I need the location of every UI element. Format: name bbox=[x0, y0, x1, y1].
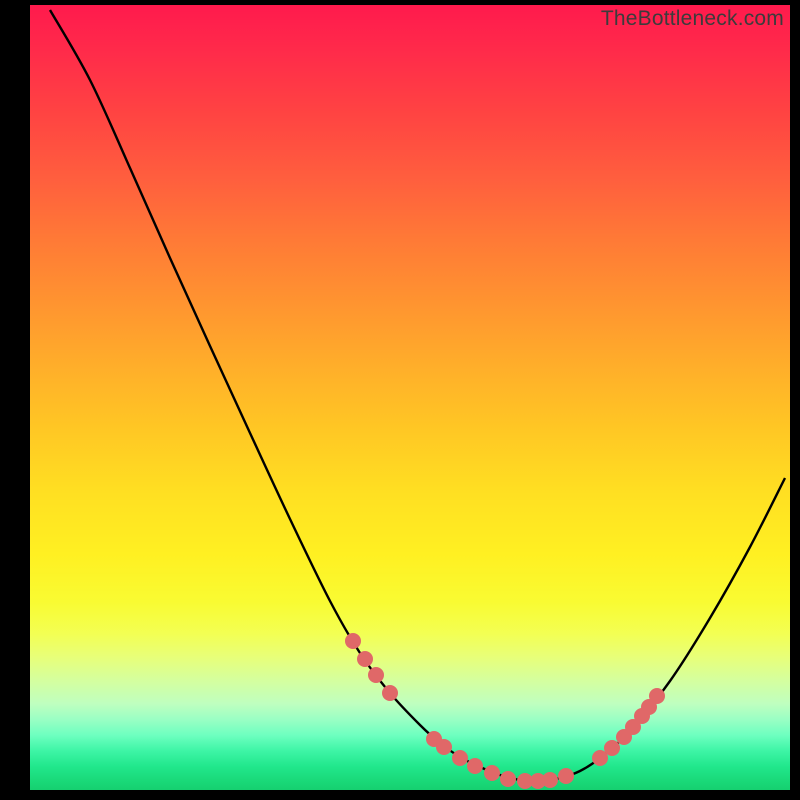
data-marker bbox=[452, 750, 468, 766]
marker-group bbox=[345, 633, 665, 789]
data-marker bbox=[649, 688, 665, 704]
curve-layer bbox=[30, 5, 790, 790]
data-marker bbox=[345, 633, 361, 649]
data-marker bbox=[604, 740, 620, 756]
data-marker bbox=[436, 739, 452, 755]
data-marker bbox=[500, 771, 516, 787]
data-marker bbox=[382, 685, 398, 701]
bottleneck-curve bbox=[50, 10, 785, 781]
data-marker bbox=[368, 667, 384, 683]
data-marker bbox=[357, 651, 373, 667]
plot-area: TheBottleneck.com bbox=[30, 5, 790, 790]
data-marker bbox=[467, 758, 483, 774]
data-marker bbox=[558, 768, 574, 784]
data-marker bbox=[484, 765, 500, 781]
chart-frame: TheBottleneck.com bbox=[0, 0, 800, 800]
watermark-text: TheBottleneck.com bbox=[601, 7, 784, 31]
data-marker bbox=[542, 772, 558, 788]
